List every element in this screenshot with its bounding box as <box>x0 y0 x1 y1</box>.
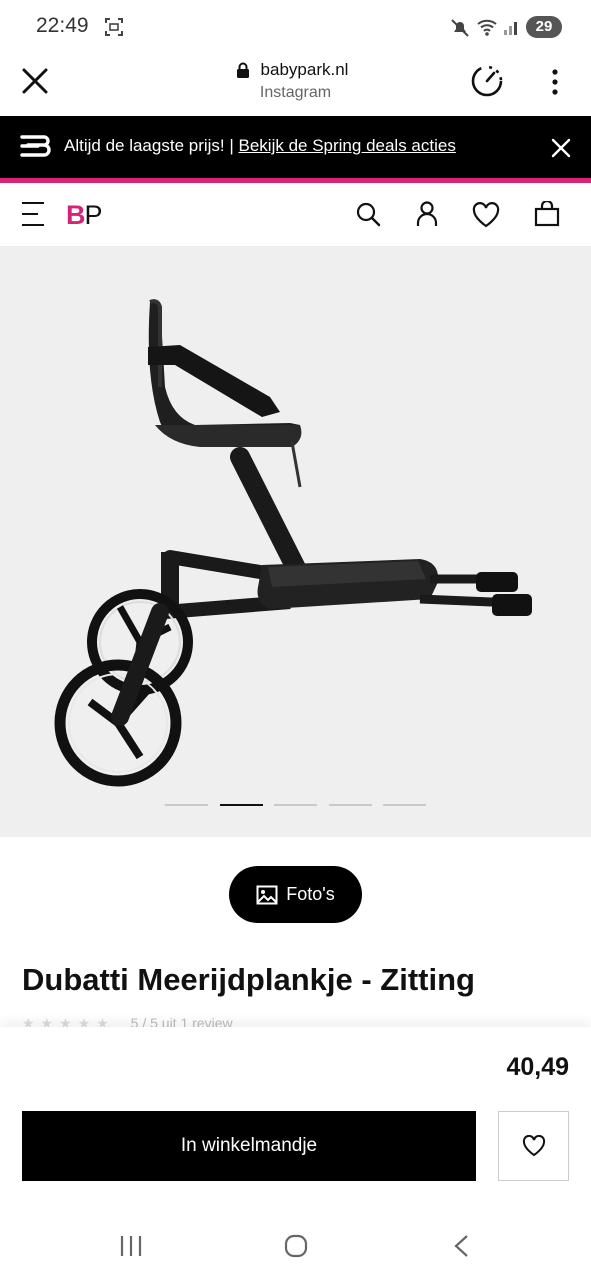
logo-p: P <box>84 200 103 230</box>
back-icon[interactable] <box>452 1234 470 1258</box>
menu-icon[interactable] <box>21 201 45 227</box>
battery-icon: 29 <box>526 16 562 38</box>
heart-icon <box>522 1135 545 1157</box>
close-icon[interactable] <box>551 138 571 158</box>
wifi-icon <box>477 19 497 36</box>
mute-icon <box>451 19 469 37</box>
battery-level: 29 <box>535 18 553 35</box>
product-title: Dubatti Meerijdplankje - Zitting <box>22 962 475 997</box>
status-time: 22:49 <box>36 14 89 37</box>
screenshot-icon <box>105 18 123 36</box>
product-price: 40,49 <box>506 1053 569 1081</box>
add-to-cart-label: In winkelmandje <box>180 1135 318 1156</box>
bag-icon[interactable] <box>534 201 560 227</box>
image-icon <box>256 885 278 904</box>
home-icon[interactable] <box>284 1234 308 1258</box>
product-image[interactable] <box>0 247 591 837</box>
star-rating-icon: ★★★★★ <box>22 1015 115 1027</box>
site-logo[interactable]: BP <box>66 200 103 231</box>
gallery-dot[interactable] <box>274 804 317 806</box>
rating-row[interactable]: ★★★★★ 5 / 5 uit 1 review <box>22 1015 233 1027</box>
heart-icon[interactable] <box>472 202 500 228</box>
domain-text: babypark.nl <box>260 60 349 79</box>
wishlist-button[interactable] <box>498 1111 569 1181</box>
gallery-dot[interactable] <box>328 804 372 806</box>
promo-deals-link[interactable]: Bekijk de Spring deals acties <box>239 136 456 155</box>
more-vert-icon[interactable] <box>549 68 561 96</box>
photos-button[interactable]: Foto's <box>229 866 362 923</box>
gallery-dot[interactable] <box>383 804 426 806</box>
gallery-dot[interactable] <box>165 804 208 806</box>
search-icon[interactable] <box>355 201 381 227</box>
rating-text: 5 / 5 uit 1 review <box>130 1015 233 1027</box>
speed-icon[interactable] <box>469 63 505 99</box>
recent-apps-icon[interactable] <box>119 1235 143 1257</box>
account-icon[interactable] <box>415 200 439 228</box>
add-to-cart-button[interactable]: In winkelmandje <box>22 1111 476 1181</box>
signal-icon <box>504 22 517 35</box>
logo-b: B <box>66 200 85 230</box>
promo-text: Altijd de laagste prijs! | Bekijk de Spr… <box>64 136 456 156</box>
gallery-dot[interactable] <box>219 804 263 806</box>
promo-logo-icon <box>20 135 51 157</box>
product-photo-illustration <box>54 299 532 787</box>
promo-message: Altijd de laagste prijs! | <box>64 136 239 155</box>
photos-label: Foto's <box>286 884 335 904</box>
